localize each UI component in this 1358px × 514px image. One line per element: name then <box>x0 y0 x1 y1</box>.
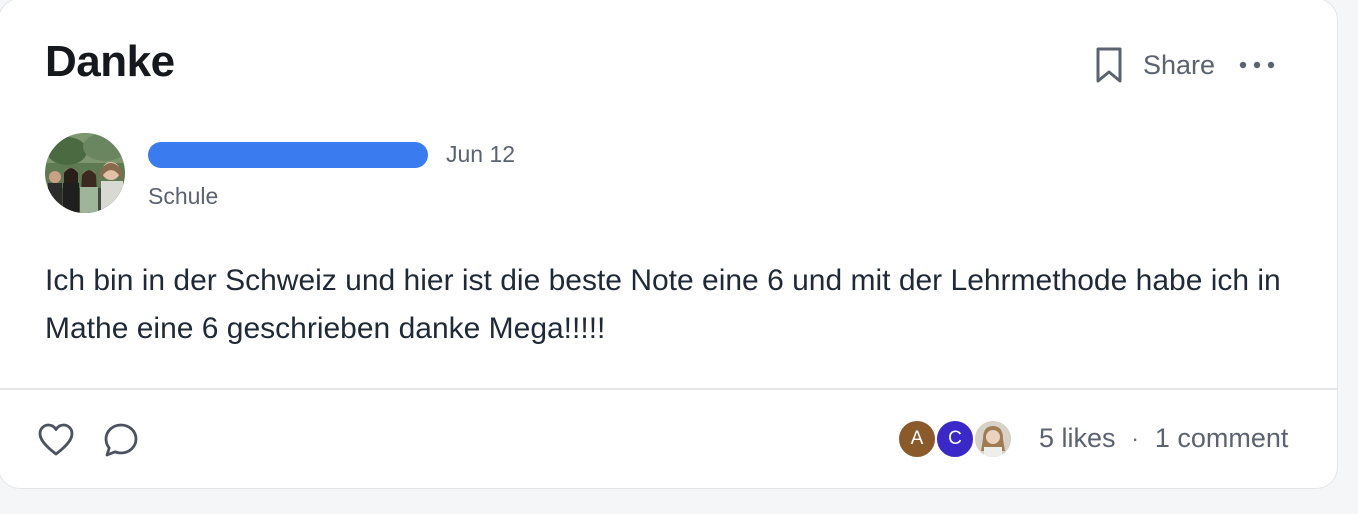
liker-photo <box>975 421 1011 457</box>
like-button[interactable] <box>37 421 75 459</box>
more-icon <box>1239 61 1275 69</box>
heart-icon <box>38 423 74 456</box>
post-card: Danke Share Jun 12 Schule Ich bin in der… <box>0 0 1338 489</box>
post-date: Jun 12 <box>446 141 516 167</box>
likes-count[interactable]: 5 likes <box>1039 423 1116 454</box>
share-button[interactable]: Share <box>1143 50 1215 81</box>
footer-divider <box>0 388 1337 390</box>
comment-icon <box>104 423 138 457</box>
comment-button[interactable] <box>102 421 140 459</box>
liker-avatar-c: C <box>935 419 975 459</box>
avatar-photo <box>45 133 125 213</box>
post-actions: Share <box>1089 43 1277 87</box>
post-category[interactable]: Schule <box>148 183 218 210</box>
post-title: Danke <box>45 37 175 86</box>
comments-count[interactable]: 1 comment <box>1155 423 1289 454</box>
author-avatar[interactable] <box>45 133 125 213</box>
bookmark-button[interactable] <box>1089 43 1129 87</box>
post-stats: 5 likes · 1 comment <box>1039 423 1288 454</box>
bookmark-icon <box>1096 47 1122 83</box>
liker-avatar-photo <box>973 419 1013 459</box>
author-name-redacted[interactable] <box>148 142 428 168</box>
post-body: Ich bin in der Schweiz und hier ist die … <box>45 264 1281 345</box>
stats-separator: · <box>1131 425 1139 451</box>
more-options-button[interactable] <box>1237 43 1277 87</box>
likers-avatars[interactable]: A C <box>897 419 1013 459</box>
liker-avatar-a: A <box>897 419 937 459</box>
